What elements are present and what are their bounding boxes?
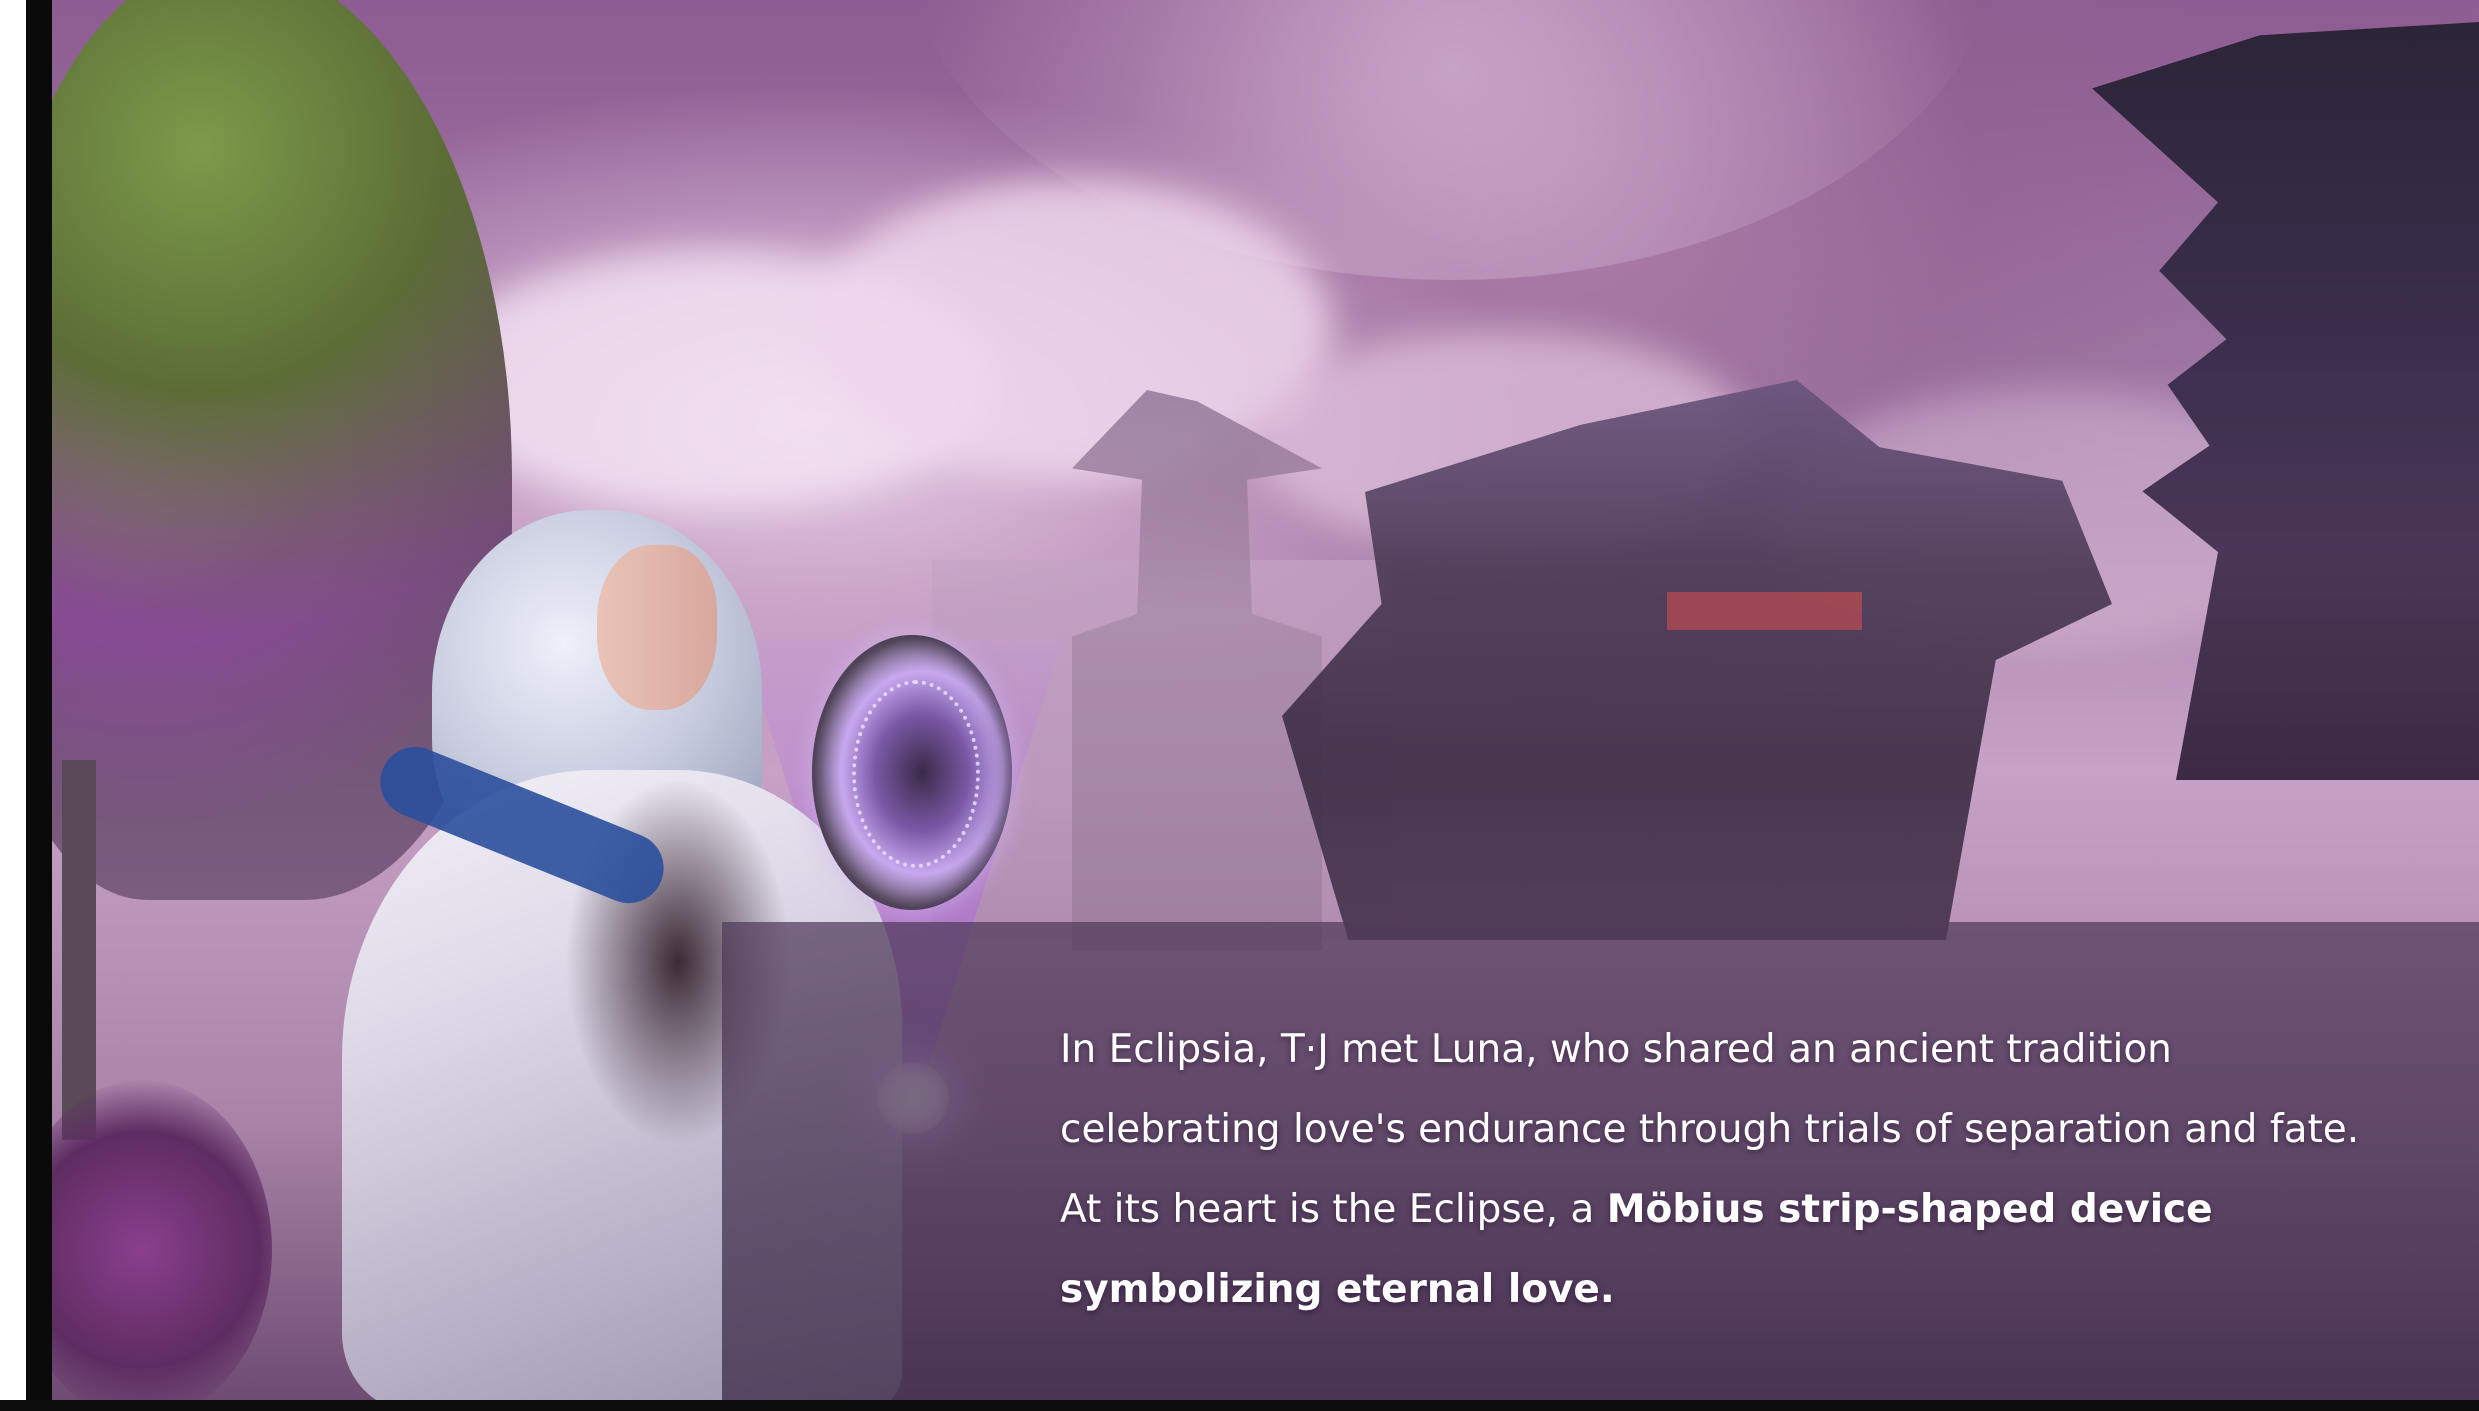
story-caption: In Eclipsia, T·J met Luna, who shared an… <box>1060 1010 2380 1330</box>
stone-pillar <box>62 760 96 1140</box>
temple-sign <box>1667 592 1862 630</box>
luna-face <box>597 545 717 710</box>
portal-lights <box>852 680 980 868</box>
left-border <box>26 0 52 1400</box>
bottom-border <box>0 1400 2479 1411</box>
temple-tower <box>1072 390 1322 950</box>
story-slide: In Eclipsia, T·J met Luna, who shared an… <box>0 0 2479 1411</box>
flower-bush <box>52 1080 272 1400</box>
